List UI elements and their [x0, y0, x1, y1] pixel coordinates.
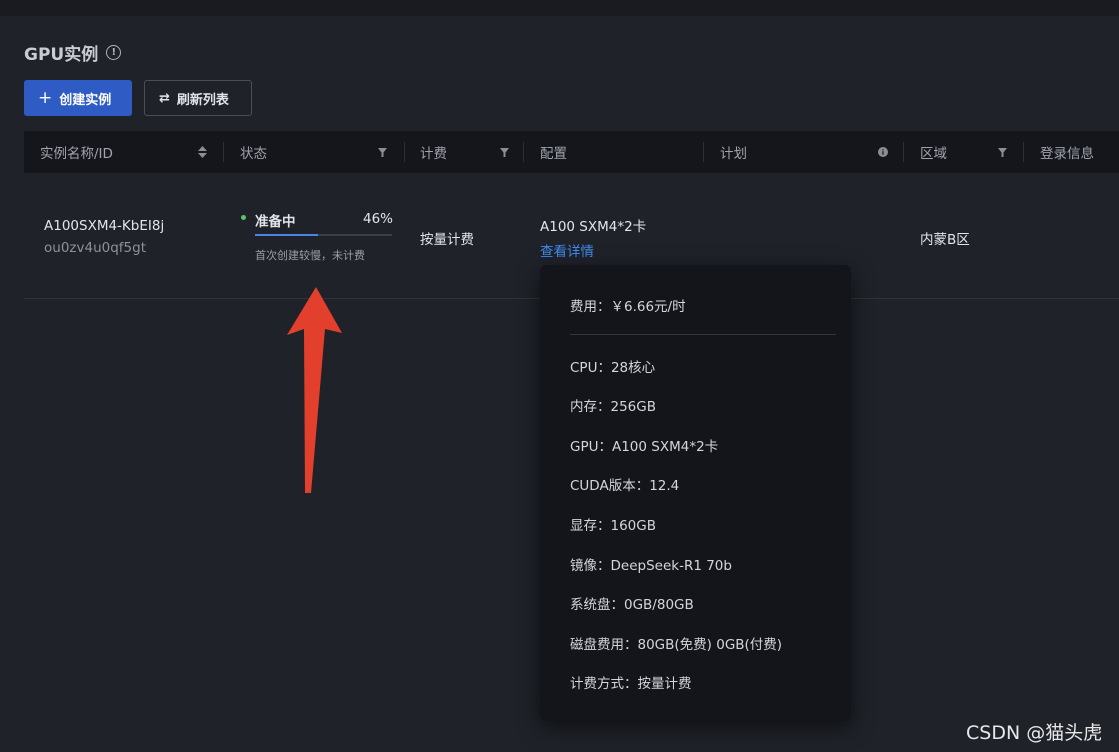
- popover-line-vram: 显存：160GB: [570, 518, 656, 534]
- popover-line-billing-method: 计费方式：按量计费: [570, 676, 692, 692]
- info-icon[interactable]: !: [106, 45, 122, 60]
- column-divider: [404, 142, 405, 162]
- column-divider: [1023, 142, 1024, 162]
- popover-line-system-disk: 系统盘：0GB/80GB: [570, 597, 694, 613]
- annotation-arrow: [287, 287, 342, 493]
- popover-divider: [570, 334, 836, 335]
- info-icon[interactable]: [878, 131, 888, 173]
- instance-id: ou0zv4u0qf5gt: [44, 240, 146, 256]
- popover-line-memory: 内存：256GB: [570, 399, 656, 415]
- progress-bar: [255, 234, 392, 236]
- popover-line-disk-fee: 磁盘费用：80GB(免费) 0GB(付费): [570, 637, 783, 653]
- plus-icon: +: [38, 87, 53, 108]
- column-header-region[interactable]: 区域: [920, 131, 947, 173]
- refresh-list-button[interactable]: ⇄ 刷新列表: [144, 80, 252, 116]
- create-instance-button[interactable]: + 创建实例: [24, 80, 132, 116]
- column-header-config: 配置: [540, 146, 567, 162]
- region: 内蒙B区: [920, 232, 970, 248]
- column-divider: [223, 142, 224, 162]
- status-dot-icon: [241, 215, 246, 220]
- sort-icon[interactable]: [198, 131, 207, 173]
- popover-fee: 费用：￥6.66元/时: [570, 299, 686, 315]
- filter-icon[interactable]: [998, 131, 1007, 173]
- page-title-text: GPU实例: [24, 45, 99, 65]
- progress-bar-fill: [255, 234, 319, 236]
- popover-line-cuda: CUDA版本：12.4: [570, 478, 680, 494]
- popover-line-image: 镜像：DeepSeek-R1 70b: [570, 558, 732, 574]
- filter-icon[interactable]: [500, 131, 509, 173]
- column-header-name[interactable]: 实例名称/ID: [40, 131, 113, 173]
- config-details-popover: 费用：￥6.66元/时 CPU：28核心 内存：256GB GPU：A100 S…: [540, 265, 851, 721]
- watermark: CSDN @猫头虎: [966, 722, 1103, 744]
- filter-icon[interactable]: [378, 131, 387, 173]
- page-title: GPU实例 !: [24, 40, 122, 65]
- create-instance-label: 创建实例: [59, 92, 112, 108]
- billing-type: 按量计费: [420, 232, 474, 248]
- view-details-link[interactable]: 查看详情: [540, 240, 594, 260]
- table-header: 实例名称/ID 状态 计费 配置 计划 区域 登录信息: [24, 131, 1119, 173]
- refresh-icon: ⇄: [159, 90, 170, 106]
- top-bar: [0, 0, 1119, 16]
- column-header-billing[interactable]: 计费: [420, 131, 447, 173]
- progress-percent: 46%: [363, 211, 394, 227]
- instance-name[interactable]: A100SXM4-KbEI8j: [44, 218, 164, 234]
- status-note: 首次创建较慢，未计费: [255, 249, 365, 262]
- refresh-list-label: 刷新列表: [176, 92, 229, 108]
- popover-line-cpu: CPU：28核心: [570, 360, 656, 376]
- column-header-login: 登录信息: [1040, 146, 1094, 162]
- column-header-plan: 计划: [720, 146, 747, 162]
- column-divider: [523, 142, 524, 162]
- column-divider: [903, 142, 904, 162]
- column-divider: [703, 142, 704, 162]
- status-text: 准备中: [255, 214, 296, 230]
- column-header-status[interactable]: 状态: [240, 131, 267, 173]
- config-summary: A100 SXM4*2卡: [540, 219, 647, 235]
- popover-line-gpu: GPU：A100 SXM4*2卡: [570, 439, 719, 455]
